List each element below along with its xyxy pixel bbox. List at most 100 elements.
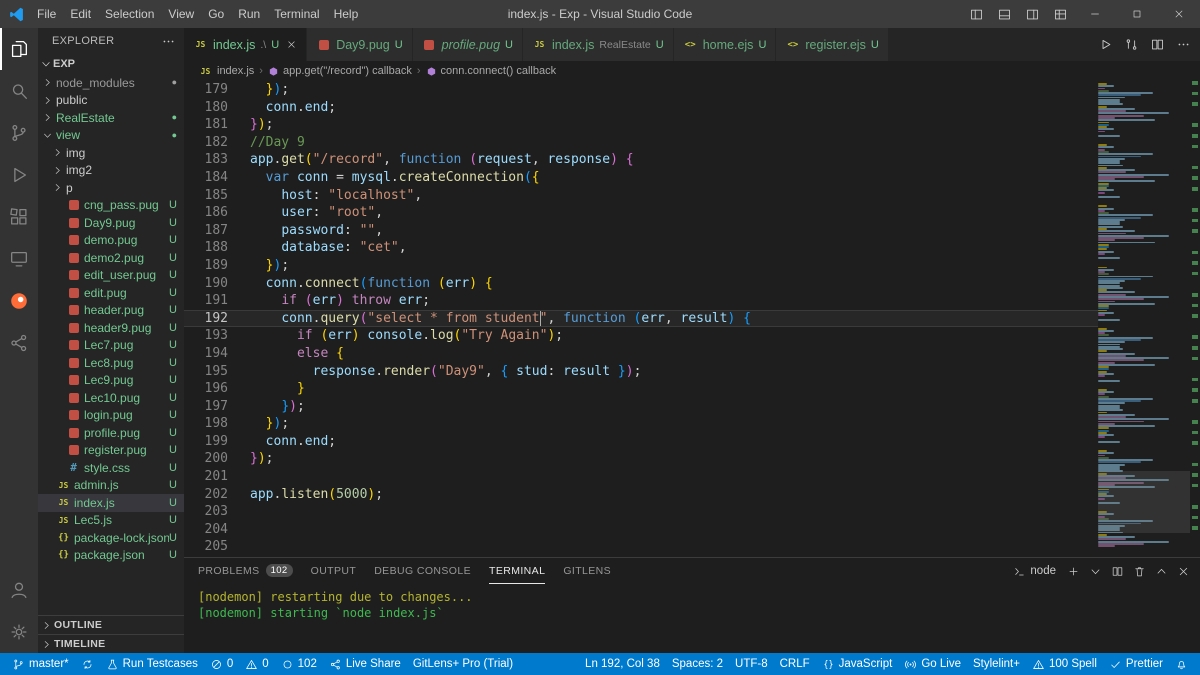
tree-item-Lec9.pug[interactable]: Lec9.pug U [38,372,184,390]
tree-item-Lec8.pug[interactable]: Lec8.pug U [38,354,184,372]
terminal-output[interactable]: [nodemon] restarting due to changes... [n… [184,584,1200,653]
close-window-button[interactable] [1158,0,1200,28]
tree-item-RealEstate[interactable]: RealEstate ● [38,109,184,127]
line-number[interactable]: 182 [184,134,246,152]
menu-go[interactable]: Go [201,0,231,28]
line-number[interactable]: 196 [184,380,246,398]
maximize-panel-button[interactable] [1150,560,1172,582]
toggle-panel-button[interactable] [990,0,1018,28]
activity-extensions[interactable] [0,196,38,238]
new-terminal-button[interactable] [1062,560,1084,582]
status-gitlens[interactable]: GitLens+ Pro (Trial) [407,653,519,675]
timeline-section[interactable]: TIMELINE [38,634,184,653]
activity-run-debug[interactable] [0,154,38,196]
status-prettier[interactable]: Prettier [1103,653,1169,675]
tab-index.js[interactable]: JS index.js .\ U [184,28,308,61]
tree-item-view[interactable]: view ● [38,127,184,145]
tab-home.ejs[interactable]: <> home.ejs U [673,28,777,61]
status-encoding[interactable]: UTF-8 [729,653,774,675]
customize-layout-button[interactable] [1046,0,1074,28]
more-actions-icon[interactable] [161,34,176,49]
line-number[interactable]: 203 [184,503,246,521]
tree-item-profile.pug[interactable]: profile.pug U [38,424,184,442]
toggle-sidebar-button[interactable] [962,0,990,28]
line-number[interactable]: 204 [184,521,246,539]
status-sync-changes[interactable] [75,653,100,675]
menu-view[interactable]: View [161,0,201,28]
code-line-189[interactable]: 189 }); [184,257,1098,275]
menu-terminal[interactable]: Terminal [267,0,326,28]
tree-item-demo.pug[interactable]: demo.pug U [38,232,184,250]
split-terminal-button[interactable] [1106,560,1128,582]
code-line-198[interactable]: 198 }); [184,415,1098,433]
code-line-192[interactable]: 192 conn.query("select * from student", … [184,309,1098,328]
line-number[interactable]: 185 [184,187,246,205]
tree-item-register.pug[interactable]: register.pug U [38,442,184,460]
line-number[interactable]: 199 [184,433,246,451]
code-line-180[interactable]: 180 conn.end; [184,99,1098,117]
line-number[interactable]: 179 [184,81,246,99]
activity-live-share[interactable] [0,322,38,364]
line-number[interactable]: 200 [184,450,246,468]
tree-item-p[interactable]: p [38,179,184,197]
tree-item-Lec10.pug[interactable]: Lec10.pug U [38,389,184,407]
tree-item-header9.pug[interactable]: header9.pug U [38,319,184,337]
tree-item-login.pug[interactable]: login.pug U [38,407,184,425]
split-editor-button[interactable] [1144,28,1170,61]
tab-profile.pug[interactable]: profile.pug U [412,28,523,61]
activity-accounts[interactable] [0,569,38,611]
close-icon[interactable] [286,39,297,50]
code-line-188[interactable]: 188 database: "cet", [184,239,1098,257]
line-number[interactable]: 197 [184,398,246,416]
tree-item-edit.pug[interactable]: edit.pug U [38,284,184,302]
tree-item-package.json[interactable]: {} package.json U [38,547,184,565]
activity-explorer[interactable] [0,28,38,70]
tree-item-node_modules[interactable]: node_modules ● [38,74,184,92]
line-number[interactable]: 193 [184,327,246,345]
code-line-202[interactable]: 202 app.listen(5000); [184,486,1098,504]
line-number[interactable]: 194 [184,345,246,363]
menu-edit[interactable]: Edit [63,0,98,28]
minimap[interactable] [1098,81,1190,557]
status-live-share[interactable]: Live Share [323,653,407,675]
code-line-179[interactable]: 179 }); [184,81,1098,99]
code-line-199[interactable]: 199 conn.end; [184,433,1098,451]
code-line-204[interactable]: 204 [184,521,1098,539]
line-number[interactable]: 186 [184,204,246,222]
code-line-196[interactable]: 196 } [184,380,1098,398]
line-number[interactable]: 187 [184,222,246,240]
status-language-mode[interactable]: JavaScript [816,653,899,675]
panel-tab-output[interactable]: OUTPUT [311,558,357,584]
line-number[interactable]: 189 [184,257,246,275]
tree-item-demo2.pug[interactable]: demo2.pug U [38,249,184,267]
code-line-187[interactable]: 187 password: "", [184,222,1098,240]
menu-help[interactable]: Help [327,0,366,28]
tree-item-Day9.pug[interactable]: Day9.pug U [38,214,184,232]
open-changes-button[interactable] [1118,28,1144,61]
activity-api-client[interactable] [0,280,38,322]
status-run-testcases[interactable]: Run Testcases [100,653,204,675]
menu-file[interactable]: File [30,0,63,28]
code-line-200[interactable]: 200}); [184,450,1098,468]
tree-item-header.pug[interactable]: header.pug U [38,302,184,320]
line-number[interactable]: 184 [184,169,246,187]
code-line-201[interactable]: 201 [184,468,1098,486]
status-stylelint[interactable]: Stylelint+ [967,653,1026,675]
status-notifications[interactable] [1169,653,1194,675]
code-line-197[interactable]: 197 }); [184,398,1098,416]
tree-item-edit_user.pug[interactable]: edit_user.pug U [38,267,184,285]
status-go-live[interactable]: Go Live [898,653,967,675]
line-number[interactable]: 188 [184,239,246,257]
tab-index.js[interactable]: JS index.js RealEstate U [522,28,674,61]
minimize-button[interactable] [1074,0,1116,28]
tab-Day9.pug[interactable]: Day9.pug U [307,28,413,61]
code-line-205[interactable]: 205 [184,538,1098,556]
code-line-184[interactable]: 184 var conn = mysql.createConnection({ [184,169,1098,187]
status-errors[interactable]: 0 [204,653,239,675]
code-line-183[interactable]: 183 app.get("/record", function (request,… [184,151,1098,169]
code-line-185[interactable]: 185 host: "localhost", [184,187,1098,205]
activity-source-control[interactable] [0,112,38,154]
code-line-195[interactable]: 195 response.render("Day9", { stud: resu… [184,363,1098,381]
code-line-194[interactable]: 194 else { [184,345,1098,363]
run-file-button[interactable] [1092,28,1118,61]
